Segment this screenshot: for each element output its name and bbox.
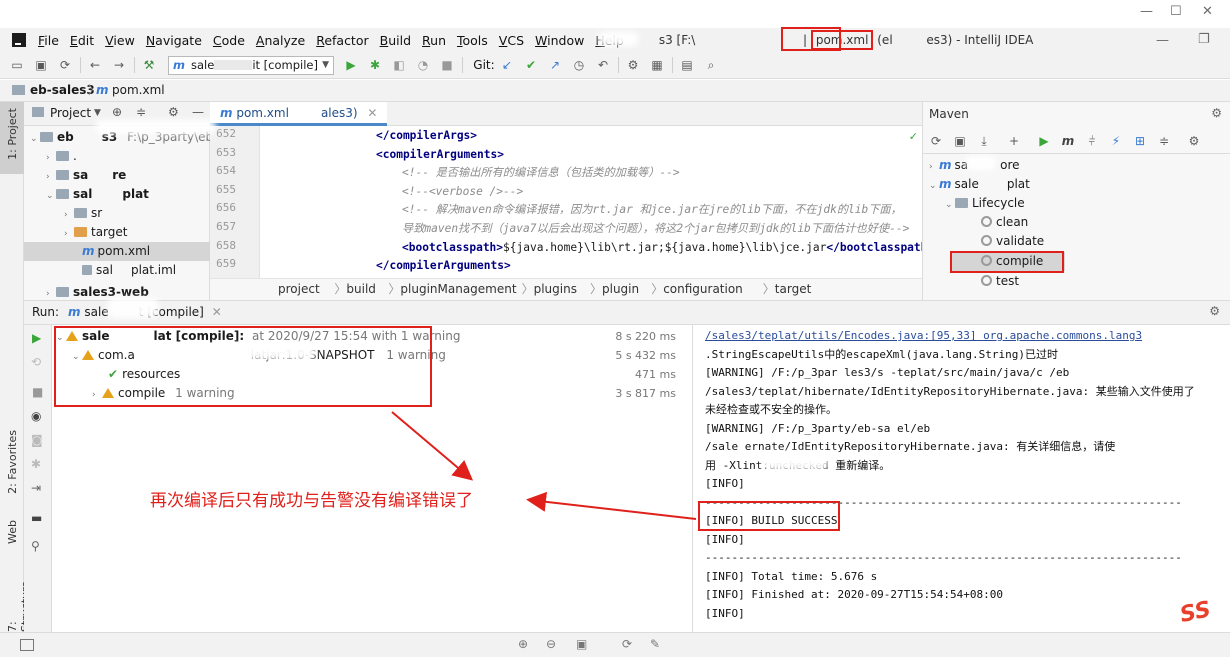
redaction-patch [108,298,158,318]
annotation-arrows [391,411,697,520]
annotation-arrow-right [526,491,697,520]
redaction-patch [598,32,638,46]
annotation-text: 再次编译后只有成功与告警没有编译错误了 [150,491,473,511]
annotation-arrow-up [391,411,474,481]
redaction-patch [96,120,216,134]
redaction-patch [966,156,996,170]
redaction-patch [762,452,828,470]
redaction-patch [186,344,316,360]
